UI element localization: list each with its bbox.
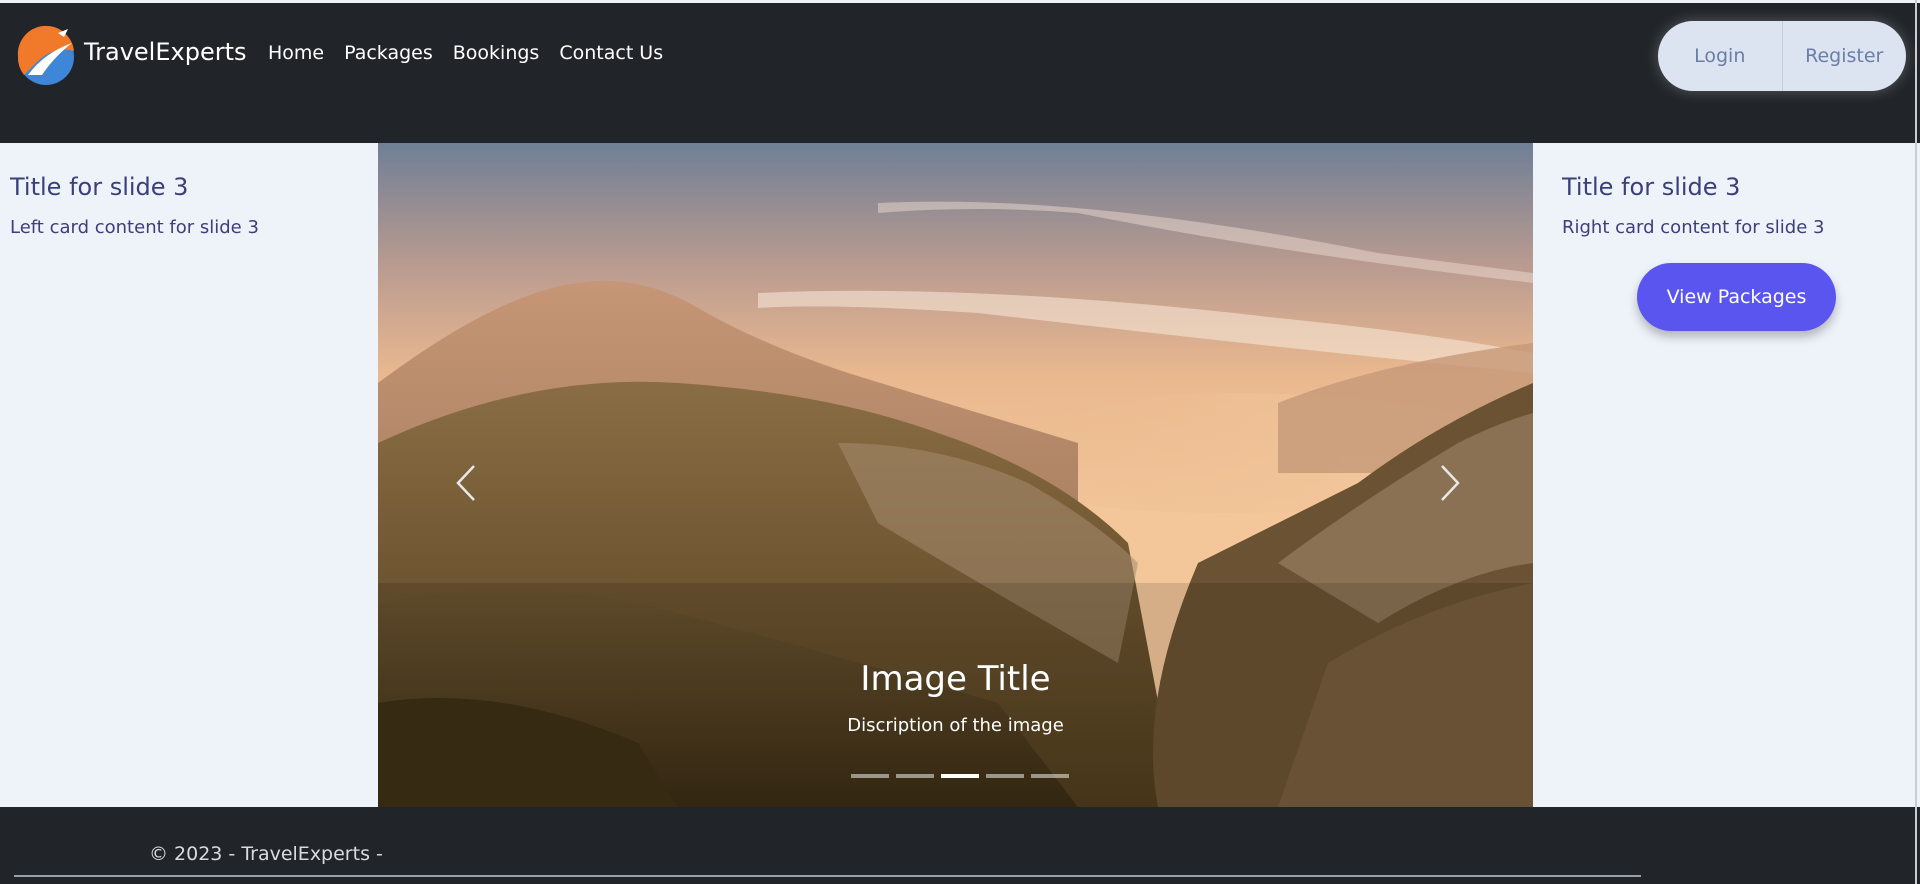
left-card-text: Left card content for slide 3 bbox=[10, 217, 259, 238]
brand-name[interactable]: TravelExperts bbox=[84, 38, 247, 66]
carousel-indicator[interactable] bbox=[1031, 774, 1069, 778]
left-card: Title for slide 3 Left card content for … bbox=[0, 143, 378, 807]
chevron-left-icon[interactable] bbox=[448, 458, 488, 508]
carousel-indicator[interactable] bbox=[851, 774, 889, 778]
right-card: Title for slide 3 Right card content for… bbox=[1533, 143, 1920, 807]
nav-contact-us[interactable]: Contact Us bbox=[559, 42, 663, 64]
globe-plane-logo-icon bbox=[17, 25, 74, 85]
main-carousel-section: Title for slide 3 Left card content for … bbox=[0, 143, 1920, 807]
carousel-indicator-active[interactable] bbox=[941, 774, 979, 778]
register-button[interactable]: Register bbox=[1781, 21, 1907, 91]
mountain-landscape-image bbox=[378, 143, 1533, 807]
nav-bookings[interactable]: Bookings bbox=[453, 42, 540, 64]
auth-button-group: Login Register bbox=[1658, 21, 1906, 91]
view-packages-button[interactable]: View Packages bbox=[1637, 263, 1836, 331]
nav-links: Home Packages Bookings Contact Us bbox=[268, 42, 683, 64]
carousel-caption-title: Image Title bbox=[860, 659, 1051, 699]
brand[interactable]: TravelExperts bbox=[14, 23, 247, 87]
carousel-indicator[interactable] bbox=[896, 774, 934, 778]
navbar: TravelExperts Home Packages Bookings Con… bbox=[0, 0, 1920, 143]
carousel-indicator[interactable] bbox=[986, 774, 1024, 778]
footer-divider bbox=[14, 875, 1641, 877]
nav-home[interactable]: Home bbox=[268, 42, 324, 64]
right-card-title: Title for slide 3 bbox=[1562, 173, 1741, 201]
nav-packages[interactable]: Packages bbox=[344, 42, 433, 64]
scrollbar[interactable] bbox=[1915, 0, 1917, 884]
carousel-caption-description: Discription of the image bbox=[847, 715, 1064, 736]
footer: © 2023 - TravelExperts - bbox=[0, 807, 1920, 884]
chevron-right-icon[interactable] bbox=[1428, 458, 1468, 508]
carousel-indicators bbox=[851, 774, 1076, 778]
login-button[interactable]: Login bbox=[1658, 21, 1782, 91]
footer-copyright: © 2023 - TravelExperts - bbox=[149, 843, 383, 865]
carousel: Image Title Discription of the image bbox=[378, 143, 1533, 807]
left-card-title: Title for slide 3 bbox=[10, 173, 189, 201]
right-card-text: Right card content for slide 3 bbox=[1562, 217, 1825, 238]
